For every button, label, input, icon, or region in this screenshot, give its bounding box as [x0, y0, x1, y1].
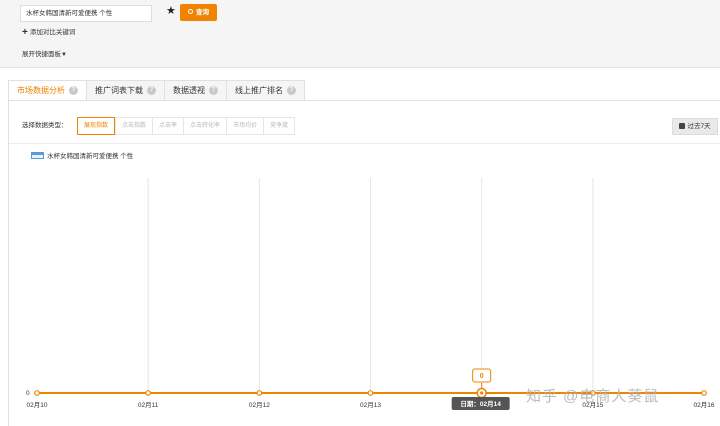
- x-tick-label: 02月11: [138, 401, 159, 409]
- data-point: [701, 390, 707, 396]
- chart-tooltip: 0 日期：02月14: [451, 368, 510, 410]
- data-point: [34, 390, 40, 396]
- chart-grid: [147, 178, 594, 393]
- data-point: [256, 390, 263, 396]
- x-tick-label: 02月13: [360, 401, 381, 409]
- line-chart: 002月1002月1102月1202月1302月1402月1502月16 0日期…: [26, 178, 715, 410]
- y-tick-label: 0: [26, 390, 30, 397]
- data-point: [145, 390, 152, 396]
- x-tick-label: 02月16: [694, 401, 715, 409]
- data-point: [367, 390, 374, 396]
- value-bubble-text: 0: [480, 373, 484, 380]
- x-tick-label: 02月12: [249, 401, 270, 409]
- highlight-point-center: [480, 391, 484, 395]
- watermark: 知乎 @电商人葵鼠: [526, 388, 660, 405]
- x-tick-label: 02月10: [27, 401, 48, 409]
- date-bubble-text: 日期：02月14: [460, 399, 501, 408]
